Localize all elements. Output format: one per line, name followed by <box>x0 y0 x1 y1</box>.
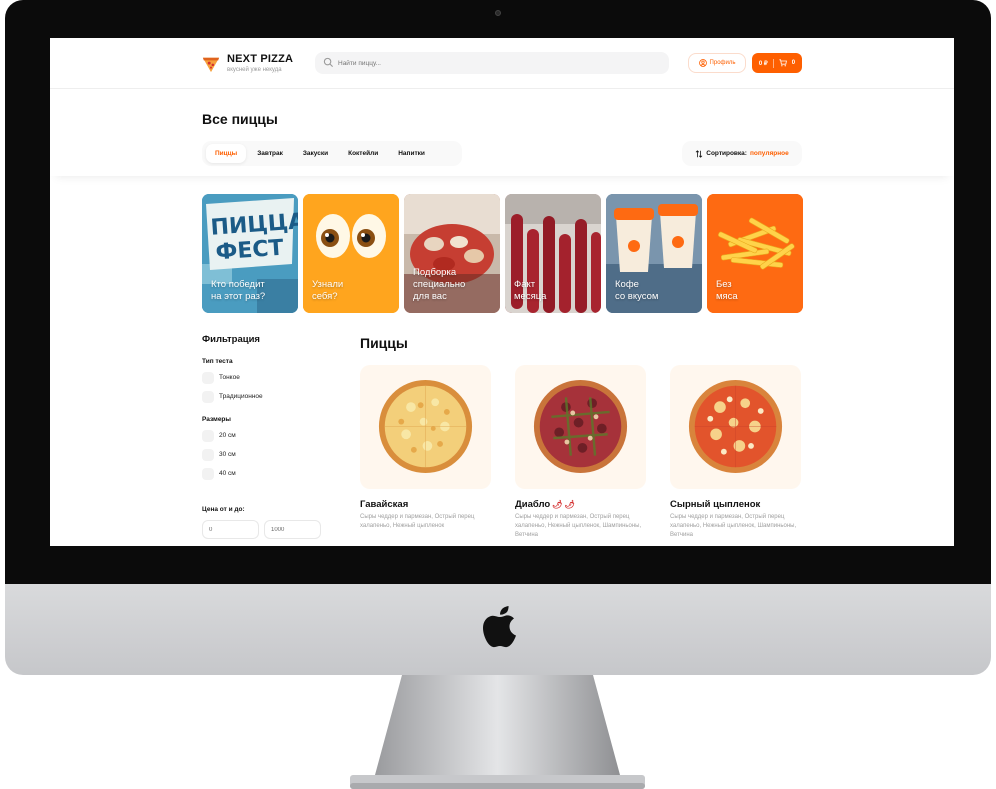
cart-icon <box>779 59 787 67</box>
category-tabs: Пиццы Завтрак Закуски Коктейли Напитки <box>202 141 462 166</box>
checkbox[interactable] <box>202 429 214 442</box>
page-title: Все пиццы <box>202 111 278 127</box>
search-icon <box>323 57 334 68</box>
filters-panel: Фильтрация Тип теста Тонкое Традиционное… <box>202 334 332 539</box>
cart-count: 0 <box>791 60 796 66</box>
tab-cocktails[interactable]: Коктейли <box>339 144 387 163</box>
product-name: Диабло 🌶 🌶 <box>515 499 646 510</box>
cart-divider <box>772 58 774 68</box>
product-card[interactable]: Сырный цыпленок Сыры чеддер и пармезан, … <box>670 365 801 540</box>
story-card-coffee[interactable]: Кофе со вкусом <box>606 194 702 313</box>
sort-popup-button[interactable]: Сортировка: популярное <box>682 141 802 166</box>
tab-pizzas[interactable]: Пиццы <box>206 144 247 163</box>
logo-subtitle: вкусней уже некуда <box>227 67 282 73</box>
sort-arrows-icon <box>695 149 703 158</box>
product-name: Сырный цыпленок <box>670 499 801 510</box>
checkbox-label: 20 см <box>219 432 236 439</box>
price-from-input[interactable] <box>202 520 259 539</box>
tab-breakfast[interactable]: Завтрак <box>248 144 292 163</box>
user-icon <box>698 59 707 67</box>
story-caption: Кто победит на этот раз? <box>211 279 266 302</box>
price-to-input[interactable] <box>264 520 321 539</box>
section-title-pizzas: Пиццы <box>360 335 408 351</box>
checkbox-label: Тонкое <box>219 374 240 381</box>
price-range-title: Цена от и до: <box>202 506 245 513</box>
screen: NEXT PIZZA вкусней уже некуда Про <box>50 38 954 546</box>
story-card-selection[interactable]: Подборка специально для вас <box>404 194 500 313</box>
story-caption: Подборка специально для вас <box>413 267 466 302</box>
search-bar[interactable] <box>315 52 669 74</box>
profile-button[interactable]: Профиль <box>688 53 746 73</box>
filter-size-30[interactable]: 30 см <box>202 448 332 461</box>
pizza-diablo-image <box>533 379 628 474</box>
imac-frame: NEXT PIZZA вкусней уже некуда Про <box>5 0 991 675</box>
product-description: Сыры чеддер и пармезан, Острый перец хал… <box>670 514 797 538</box>
dough-type-title: Тип теста <box>202 358 233 365</box>
product-description: Сыры чеддер и пармезан, Острый перец хал… <box>515 514 642 538</box>
profile-label: Профиль <box>709 60 736 66</box>
pizza-hawaiian-image <box>378 379 473 474</box>
filters-title: Фильтрация <box>202 334 260 345</box>
pizza-cheesy-chicken-image <box>688 379 783 474</box>
logo-title[interactable]: NEXT PIZZA <box>227 53 293 65</box>
product-image-frame <box>670 365 801 489</box>
chili-pepper-icon: 🌶 🌶 <box>552 500 575 509</box>
product-image-frame <box>360 365 491 489</box>
apple-logo-icon <box>483 606 516 648</box>
monitor-bezel: NEXT PIZZA вкусней уже некуда Про <box>5 0 991 586</box>
sizes-title: Размеры <box>202 416 231 423</box>
product-description: Сыры чеддер и пармезан, Острый перец хал… <box>360 514 475 529</box>
story-card-pizza-fest[interactable]: ПИЦЦА ФЕСТ Кто победит на этот раз? <box>202 194 298 313</box>
cart-total: 0 ₽ <box>758 60 768 67</box>
tab-snacks[interactable]: Закуски <box>294 144 337 163</box>
product-title: Гавайская <box>360 499 409 510</box>
camera-icon <box>495 10 501 16</box>
product-name: Гавайская <box>360 499 491 510</box>
story-caption: Кофе со вкусом <box>615 279 659 302</box>
product-card[interactable]: Гавайская Сыры чеддер и пармезан, Острый… <box>360 365 491 540</box>
product-card[interactable]: Диабло 🌶 🌶 Сыры чеддер и пармезан, Остры… <box>515 365 646 540</box>
svg-text:ФЕСТ: ФЕСТ <box>215 236 285 266</box>
filter-size-20[interactable]: 20 см <box>202 429 332 442</box>
monitor-stand <box>350 675 645 789</box>
story-caption: Без мяса <box>716 279 738 302</box>
story-card-no-meat[interactable]: Без мяса <box>707 194 803 313</box>
stories-row: ПИЦЦА ФЕСТ Кто победит на этот раз? Узна… <box>202 194 803 313</box>
story-card-fact[interactable]: Факт месяца <box>505 194 601 313</box>
story-card-eyes[interactable]: Узнали себя? <box>303 194 399 313</box>
checkbox[interactable] <box>202 371 214 384</box>
product-title: Сырный цыпленок <box>670 499 761 510</box>
product-title: Диабло <box>515 499 551 510</box>
checkbox-label: 40 см <box>219 470 236 477</box>
monitor-chin <box>5 584 991 675</box>
tab-drinks[interactable]: Напитки <box>389 144 434 163</box>
filter-dough-thin[interactable]: Тонкое <box>202 371 332 384</box>
filter-dough-traditional[interactable]: Традиционное <box>202 390 332 403</box>
top-bar: Пиццы Завтрак Закуски Коктейли Напитки С… <box>50 136 954 176</box>
story-caption: Узнали себя? <box>312 279 344 302</box>
sort-label: Сортировка: <box>706 150 747 157</box>
filter-size-40[interactable]: 40 см <box>202 467 332 480</box>
price-range <box>202 520 332 539</box>
site-header: NEXT PIZZA вкусней уже некуда Про <box>50 38 954 89</box>
checkbox-label: 30 см <box>219 451 236 458</box>
pizza-logo-icon <box>202 57 220 73</box>
checkbox-label: Традиционное <box>219 393 263 400</box>
checkbox[interactable] <box>202 390 214 403</box>
product-image-frame <box>515 365 646 489</box>
checkbox[interactable] <box>202 467 214 480</box>
sort-value: популярное <box>749 150 789 157</box>
checkbox[interactable] <box>202 448 214 461</box>
story-caption: Факт месяца <box>514 279 547 302</box>
search-input[interactable] <box>335 52 655 74</box>
product-grid: Гавайская Сыры чеддер и пармезан, Острый… <box>360 365 801 540</box>
cart-button[interactable]: 0 ₽ 0 <box>752 53 802 73</box>
